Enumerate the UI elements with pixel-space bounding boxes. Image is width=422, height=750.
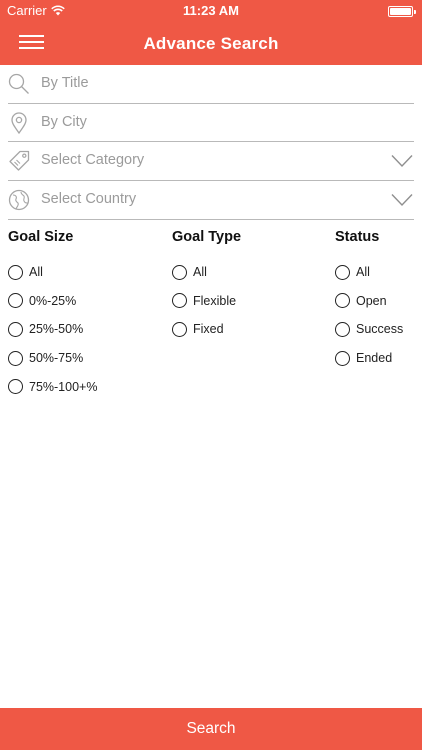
country-select-label: Select Country [41, 191, 137, 208]
radio-button[interactable] [172, 321, 187, 337]
goal-type-option[interactable]: Flexible [172, 287, 241, 316]
option-label: All [193, 265, 207, 280]
header: Carrier 11:23 AM Advance Search [0, 0, 422, 65]
goal-type-heading: Goal Type [172, 229, 242, 245]
radio-button[interactable] [335, 264, 350, 280]
option-label: All [29, 265, 43, 280]
battery-icon [388, 6, 416, 17]
search-icon [8, 73, 29, 94]
status-option[interactable]: Success [335, 315, 403, 344]
radio-button[interactable] [8, 350, 23, 366]
option-label: 0%-25% [29, 293, 77, 308]
goal-size-heading: Goal Size [8, 229, 74, 245]
goal-type-option[interactable]: Fixed [172, 315, 241, 344]
radio-button[interactable] [8, 379, 23, 395]
option-label: Open [356, 293, 387, 308]
radio-button[interactable] [172, 293, 187, 309]
radio-button[interactable] [8, 293, 23, 309]
option-label: Flexible [193, 293, 237, 308]
radio-button[interactable] [335, 350, 350, 366]
category-select[interactable]: Select Category [8, 142, 414, 182]
status-option[interactable]: Open [335, 287, 403, 316]
battery-tip [414, 10, 416, 14]
clock: 11:23 AM [183, 3, 239, 18]
radio-button[interactable] [172, 264, 187, 280]
status-option[interactable]: All [335, 258, 403, 287]
goal-size-option[interactable]: 75%-100+% [8, 372, 97, 401]
goal-type-option[interactable]: All [172, 258, 241, 287]
option-label: Success [356, 322, 404, 337]
tag-icon [9, 151, 30, 172]
search-button[interactable]: Search [0, 708, 422, 750]
status-option[interactable]: Ended [335, 344, 403, 373]
radio-button[interactable] [335, 293, 350, 309]
chevron-down-icon [391, 194, 413, 207]
option-label: Fixed [193, 322, 224, 337]
city-field[interactable] [8, 104, 414, 143]
city-input[interactable] [41, 113, 401, 130]
title-field[interactable] [8, 65, 414, 104]
option-label: 50%-75% [29, 351, 84, 366]
radio-button[interactable] [8, 321, 23, 337]
battery-fill [390, 8, 411, 15]
status-bar: Carrier 11:23 AM [0, 0, 422, 22]
status-group: Status All Open Success Ended [335, 229, 403, 372]
goal-size-option[interactable]: 25%-50% [8, 315, 97, 344]
category-select-label: Select Category [41, 152, 145, 169]
location-pin-icon [11, 112, 27, 134]
option-label: 25%-50% [29, 322, 84, 337]
country-select[interactable]: Select Country [8, 181, 414, 220]
globe-icon [8, 189, 30, 211]
goal-size-option[interactable]: 50%-75% [8, 344, 97, 373]
goal-size-group: Goal Size All 0%-25% 25%-50% 50%-75% 75%… [8, 229, 97, 401]
goal-type-group: Goal Type All Flexible Fixed [172, 229, 241, 344]
option-label: 75%-100+% [29, 379, 98, 394]
radio-button[interactable] [335, 321, 350, 337]
chevron-down-icon [391, 155, 413, 168]
nav-bar: Advance Search [0, 22, 422, 65]
title-input[interactable] [41, 75, 401, 91]
option-label: All [356, 265, 370, 280]
status-heading: Status [335, 229, 380, 245]
page-title: Advance Search [143, 34, 279, 53]
goal-size-option[interactable]: 0%-25% [8, 287, 97, 316]
radio-button[interactable] [8, 264, 23, 280]
search-fields: Select Category Select Country [0, 65, 422, 220]
option-label: Ended [356, 351, 393, 366]
goal-size-option[interactable]: All [8, 258, 97, 287]
